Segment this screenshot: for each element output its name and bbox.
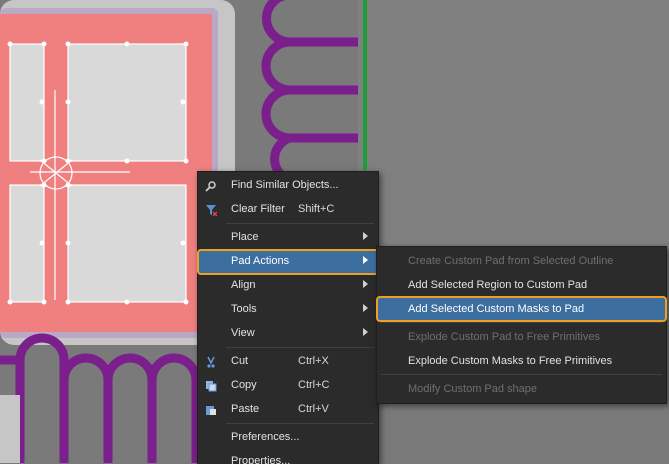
menu-item-explode-custom-masks-to-free-primitives[interactable]: Explode Custom Masks to Free Primitives <box>377 349 666 373</box>
menu-item-label: Cut <box>231 355 249 367</box>
cut-icon <box>204 355 218 369</box>
menu-item-label: Add Selected Custom Masks to Pad <box>408 303 585 315</box>
menu-item-shortcut: Shift+C <box>298 203 335 215</box>
menu-item-label: Paste <box>231 403 260 415</box>
menu-item-align[interactable]: Align <box>198 274 378 298</box>
menu-item-label: Copy <box>231 379 257 391</box>
menu-item-shortcut: Ctrl+V <box>298 403 329 415</box>
menu-item-label: Explode Custom Masks to Free Primitives <box>408 355 613 367</box>
clear-filter-icon <box>204 203 218 217</box>
menu-separator <box>226 423 374 424</box>
submenu-arrow-icon <box>363 304 368 312</box>
menu-item-pad-actions[interactable]: Pad Actions <box>197 249 379 275</box>
copy-icon <box>204 379 218 393</box>
menu-item-add-selected-region-to-custom-pad[interactable]: Add Selected Region to Custom Pad <box>377 273 666 297</box>
menu-separator <box>381 322 662 323</box>
menu-item-shortcut: Ctrl+C <box>298 379 330 391</box>
menu-item-label: Find Similar Objects... <box>231 179 339 191</box>
menu-item-place[interactable]: Place <box>198 226 378 250</box>
menu-item-label: Preferences... <box>231 431 300 443</box>
pad-actions-submenu: Create Custom Pad from Selected Outline … <box>376 246 667 404</box>
menu-item-clear-filter[interactable]: Clear Filter Shift+C <box>198 198 378 222</box>
menu-item-modify-custom-pad-shape: Modify Custom Pad shape <box>377 377 666 401</box>
menu-item-find-similar-objects[interactable]: Find Similar Objects... <box>198 174 378 198</box>
menu-item-label: Create Custom Pad from Selected Outline <box>408 255 614 267</box>
menu-separator <box>381 374 662 375</box>
menu-item-preferences[interactable]: Preferences... <box>198 426 378 450</box>
menu-item-label: Explode Custom Pad to Free Primitives <box>408 331 600 343</box>
menu-item-paste[interactable]: Paste Ctrl+V <box>198 398 378 422</box>
submenu-arrow-icon <box>363 280 368 288</box>
submenu-arrow-icon <box>363 232 368 240</box>
menu-item-create-custom-pad-from-selected-outline: Create Custom Pad from Selected Outline <box>377 249 666 273</box>
menu-item-label: Add Selected Region to Custom Pad <box>408 279 588 291</box>
menu-item-explode-custom-pad-to-free-primitives: Explode Custom Pad to Free Primitives <box>377 325 666 349</box>
menu-item-properties[interactable]: Properties... <box>198 450 378 464</box>
find-similar-icon <box>204 179 218 193</box>
menu-separator <box>226 347 374 348</box>
menu-item-add-selected-custom-masks-to-pad[interactable]: Add Selected Custom Masks to Pad <box>376 296 667 322</box>
menu-item-cut[interactable]: Cut Ctrl+X <box>198 350 378 374</box>
menu-item-label: Align <box>231 279 256 291</box>
menu-separator <box>226 223 374 224</box>
menu-item-copy[interactable]: Copy Ctrl+C <box>198 374 378 398</box>
context-menu: Find Similar Objects... Clear Filter Shi… <box>197 171 379 464</box>
menu-item-label: Place <box>231 231 259 243</box>
green-track[interactable] <box>363 0 367 170</box>
submenu-arrow-icon <box>363 328 368 336</box>
menu-item-label: View <box>231 327 255 339</box>
menu-item-tools[interactable]: Tools <box>198 298 378 322</box>
submenu-arrow-icon <box>363 256 368 264</box>
menu-item-label: Modify Custom Pad shape <box>408 383 538 395</box>
paste-icon <box>204 403 218 417</box>
menu-item-label: Clear Filter <box>231 203 285 215</box>
menu-item-label: Pad Actions <box>231 255 290 267</box>
menu-item-label: Tools <box>231 303 257 315</box>
menu-item-view[interactable]: View <box>198 322 378 346</box>
menu-item-shortcut: Ctrl+X <box>298 355 329 367</box>
